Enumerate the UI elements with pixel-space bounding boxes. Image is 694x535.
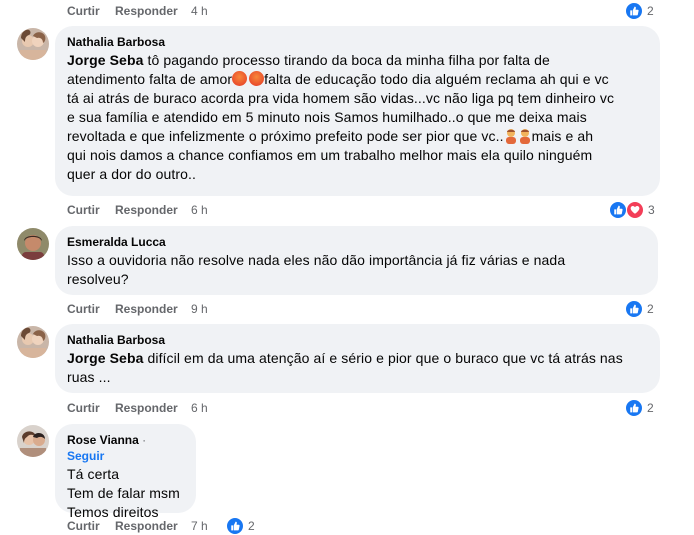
avatar[interactable] — [17, 425, 49, 457]
comment-text: Jorge Seba difícil em da uma atenção aí … — [67, 350, 623, 385]
reaction-summary[interactable]: 3 — [609, 201, 655, 219]
comment-bubble: Nathalia Barbosa Jorge Seba tô pagando p… — [55, 26, 660, 196]
angry-face-icon — [232, 71, 248, 86]
like-icon — [625, 2, 643, 20]
like-button[interactable]: Curtir — [67, 519, 115, 533]
like-icon — [625, 300, 643, 318]
like-button[interactable]: Curtir — [67, 401, 115, 415]
reaction-count: 2 — [647, 4, 654, 18]
mention-link[interactable]: Jorge Seba — [67, 350, 143, 366]
reply-button[interactable]: Responder — [115, 519, 191, 533]
reaction-summary[interactable]: 2 — [226, 517, 255, 535]
comment-author: Rose Vianna · Seguir — [67, 433, 147, 463]
comment-author[interactable]: Nathalia Barbosa — [67, 332, 648, 348]
timestamp[interactable]: 6 h — [191, 401, 208, 415]
comment-actions: Curtir Responder 6 h — [67, 203, 208, 217]
mention-link[interactable]: Jorge Seba — [67, 52, 143, 68]
reaction-count: 3 — [648, 203, 655, 217]
comment-actions: Curtir Responder 6 h — [67, 401, 208, 415]
person-frowning-icon — [518, 128, 532, 144]
timestamp[interactable]: 7 h — [191, 519, 208, 533]
comment-text: Isso a ouvidoria não resolve nada eles n… — [67, 252, 566, 287]
like-button[interactable]: Curtir — [67, 302, 115, 316]
comment-actions-top: Curtir Responder 4 h — [67, 4, 208, 18]
author-name[interactable]: Rose Vianna — [67, 433, 139, 447]
comment-author[interactable]: Esmeralda Lucca — [67, 234, 646, 250]
reply-button[interactable]: Responder — [115, 4, 191, 18]
reply-button[interactable]: Responder — [115, 302, 191, 316]
love-icon — [626, 201, 644, 219]
comment-text: Jorge Seba tô pagando processo tirando d… — [67, 52, 615, 182]
avatar[interactable] — [17, 28, 49, 60]
avatar[interactable] — [17, 228, 49, 260]
like-icon — [226, 517, 244, 535]
like-button[interactable]: Curtir — [67, 203, 115, 217]
comment-author[interactable]: Nathalia Barbosa — [67, 34, 648, 50]
comment-actions: Curtir Responder 7 h — [67, 519, 208, 533]
reply-button[interactable]: Responder — [115, 203, 191, 217]
comment-bubble: Rose Vianna · Seguir Tá certa Tem de fal… — [55, 424, 196, 520]
comment-text: Tá certa Tem de falar msm Temos direitos — [67, 466, 180, 520]
timestamp[interactable]: 6 h — [191, 203, 208, 217]
reaction-summary[interactable]: 2 — [625, 300, 654, 318]
like-icon — [625, 399, 643, 417]
follow-button[interactable]: Seguir — [67, 449, 104, 463]
reaction-count: 2 — [647, 302, 654, 316]
comment-actions: Curtir Responder 9 h — [67, 302, 208, 316]
reply-button[interactable]: Responder — [115, 401, 191, 415]
reaction-summary[interactable]: 2 — [625, 2, 654, 20]
comment-bubble: Nathalia Barbosa Jorge Seba difícil em d… — [55, 324, 660, 393]
comment-bubble: Esmeralda Lucca Isso a ouvidoria não res… — [55, 226, 658, 295]
person-frowning-icon — [504, 128, 518, 144]
angry-face-icon — [249, 71, 265, 86]
timestamp[interactable]: 4 h — [191, 4, 208, 18]
reaction-summary[interactable]: 2 — [625, 399, 654, 417]
timestamp[interactable]: 9 h — [191, 302, 208, 316]
like-button[interactable]: Curtir — [67, 4, 115, 18]
like-icon — [609, 201, 627, 219]
avatar[interactable] — [17, 326, 49, 358]
reaction-count: 2 — [248, 519, 255, 533]
reaction-count: 2 — [647, 401, 654, 415]
